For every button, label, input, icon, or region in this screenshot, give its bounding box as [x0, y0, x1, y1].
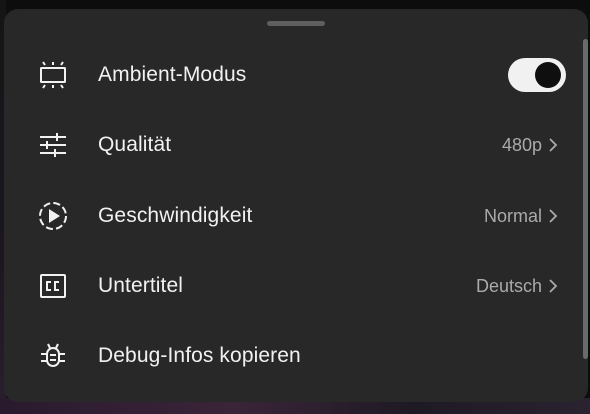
menu-item-quality[interactable]: Qualität 480p [4, 110, 588, 180]
ambient-mode-toggle[interactable] [508, 58, 566, 92]
chevron-right-icon [546, 138, 560, 152]
menu-item-label: Geschwindigkeit [98, 204, 253, 227]
menu-item-ambient-mode[interactable]: Ambient-Modus [4, 40, 588, 110]
chevron-right-icon [546, 209, 560, 223]
menu-item-label: Ambient-Modus [98, 63, 247, 86]
settings-sheet: Ambient-Modus Qualität 480p Geschwindigk… [4, 9, 588, 402]
menu-item-subtitles[interactable]: Untertitel Deutsch [4, 251, 588, 321]
ambient-mode-icon [36, 58, 70, 92]
sliders-icon [36, 128, 70, 162]
subtitles-value: Deutsch [475, 275, 542, 296]
toggle-knob [535, 62, 561, 88]
chevron-right-icon [546, 279, 560, 293]
menu-item-label: Qualität [98, 133, 172, 156]
playback-speed-value: Normal [483, 205, 542, 226]
bug-icon [36, 339, 70, 373]
menu-item-playback-speed[interactable]: Geschwindigkeit Normal [4, 181, 588, 251]
quality-value: 480p [501, 134, 542, 155]
menu-item-copy-debug-info[interactable]: Debug-Infos kopieren [4, 321, 588, 391]
video-background: Ambient-Modus Qualität 480p Geschwindigk… [0, 0, 590, 414]
menu-item-label: Debug-Infos kopieren [98, 344, 301, 367]
menu-item-label: Untertitel [98, 274, 184, 297]
playback-speed-icon [36, 199, 70, 233]
closed-captions-icon [36, 269, 70, 303]
drag-handle[interactable] [267, 21, 325, 26]
